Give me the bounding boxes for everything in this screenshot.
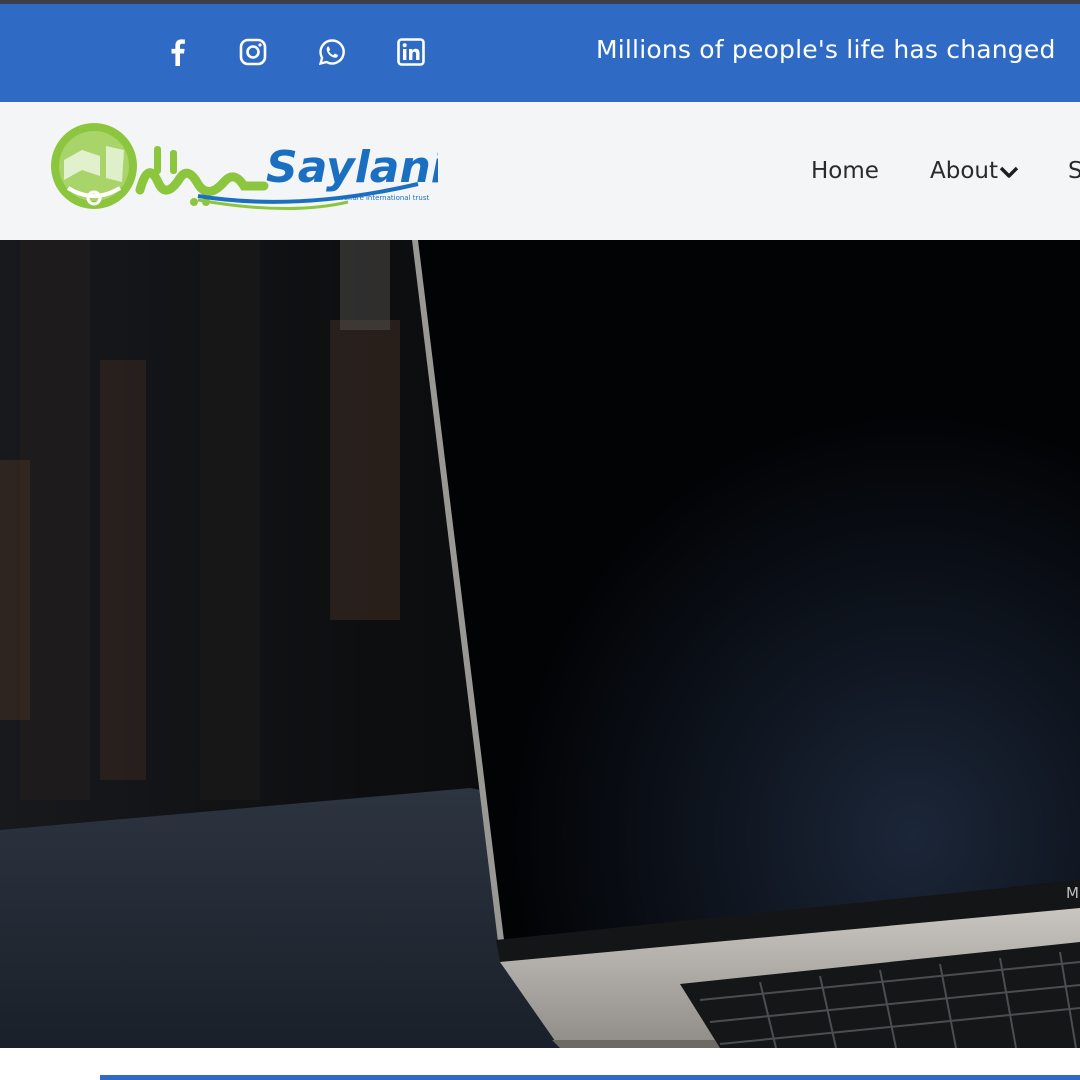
- section-divider: [100, 1075, 1080, 1080]
- chevron-down-icon: [999, 159, 1019, 185]
- logo-wordmark: Saylani: [266, 142, 438, 193]
- nav-home[interactable]: Home: [811, 158, 879, 184]
- linkedin-icon[interactable]: [394, 35, 428, 69]
- hero-banner-image: M: [0, 240, 1080, 1048]
- top-announcement-bar: Millions of people's life has changed: [0, 4, 1080, 102]
- facebook-icon[interactable]: [160, 35, 194, 69]
- logo-tagline: welfare international trust: [338, 194, 429, 202]
- nav-about[interactable]: About: [930, 158, 1019, 185]
- laptop-brand-label: M: [1066, 884, 1079, 902]
- saylani-logo[interactable]: Saylani welfare international trust: [48, 120, 438, 218]
- site-header: Saylani welfare international trust Home…: [0, 102, 1080, 240]
- instagram-icon[interactable]: [236, 35, 270, 69]
- nav-about-label: About: [930, 158, 999, 184]
- whatsapp-icon[interactable]: [315, 35, 349, 69]
- announcement-marquee: Millions of people's life has changed: [596, 35, 1056, 64]
- nav-services[interactable]: S: [1068, 158, 1080, 184]
